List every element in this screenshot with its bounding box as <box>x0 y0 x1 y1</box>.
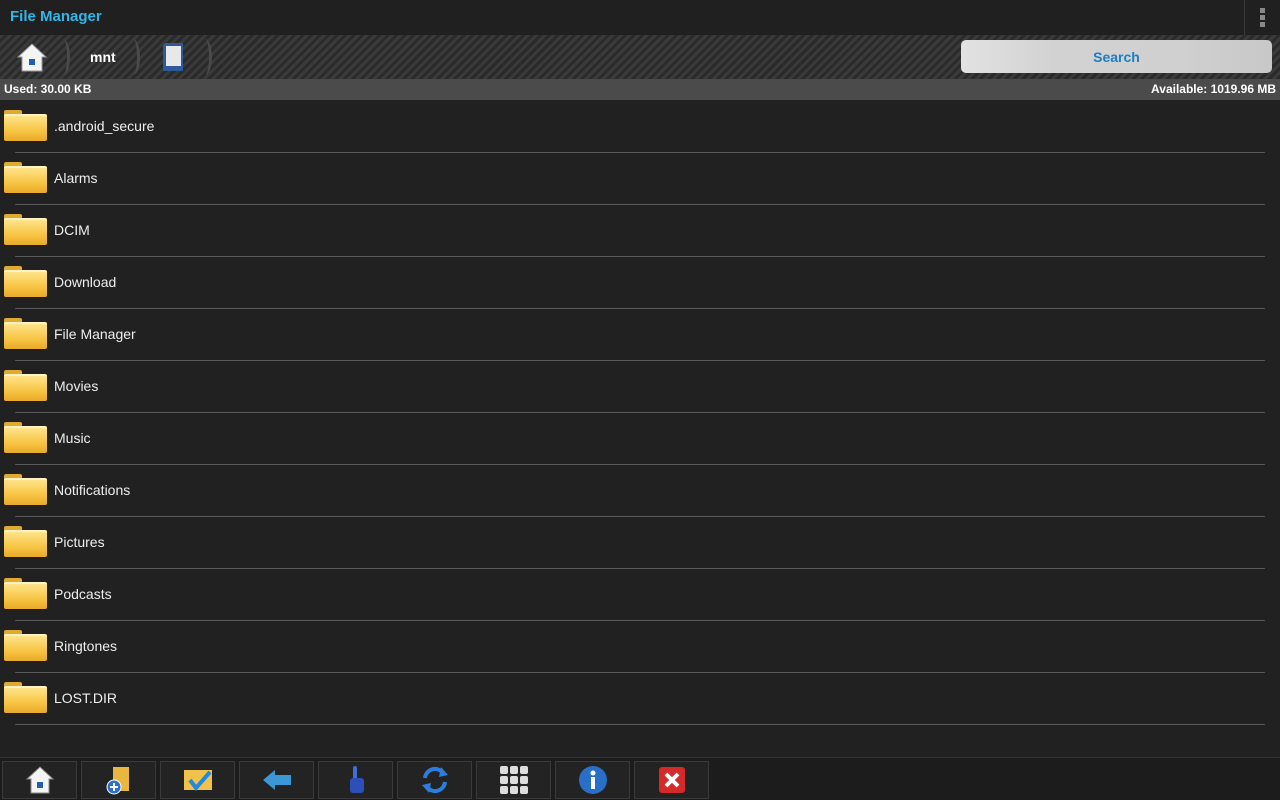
file-name: LOST.DIR <box>54 690 118 706</box>
home-icon <box>16 43 48 72</box>
file-name: .android_secure <box>54 118 155 134</box>
file-name: Pictures <box>54 534 105 550</box>
list-item[interactable]: LOST.DIR <box>0 672 1280 725</box>
home-button[interactable] <box>2 761 77 799</box>
close-button[interactable] <box>634 761 709 799</box>
back-button[interactable] <box>239 761 314 799</box>
list-item[interactable]: .android_secure <box>0 100 1280 153</box>
list-item[interactable]: Music <box>0 412 1280 465</box>
close-icon <box>658 767 685 793</box>
folder-icon <box>4 370 47 401</box>
back-icon <box>262 770 291 790</box>
hand-pointer-button[interactable] <box>318 761 393 799</box>
folder-icon <box>4 422 47 453</box>
folder-icon <box>4 162 47 193</box>
breadcrumb-home[interactable] <box>16 35 48 79</box>
file-list: .android_secure Alarms DCIM Download File Ma… <box>0 100 1280 725</box>
folder-icon <box>4 318 47 349</box>
list-item[interactable]: DCIM <box>0 204 1280 257</box>
list-item[interactable]: Notifications <box>0 464 1280 517</box>
list-item[interactable]: Movies <box>0 360 1280 413</box>
bottom-toolbar <box>0 757 1280 800</box>
list-item[interactable]: Podcasts <box>0 568 1280 621</box>
file-name: Movies <box>54 378 99 394</box>
folder-icon <box>4 474 47 505</box>
title-bar: File Manager <box>0 0 1280 35</box>
home-icon <box>25 766 54 794</box>
new-folder-button[interactable] <box>81 761 156 799</box>
list-item[interactable]: Ringtones <box>0 620 1280 673</box>
folder-icon <box>4 110 47 141</box>
folder-icon <box>4 266 47 297</box>
breadcrumb-sdcard[interactable] <box>162 35 186 79</box>
breadcrumb-mnt[interactable]: mnt <box>90 35 116 79</box>
list-item[interactable]: Pictures <box>0 516 1280 569</box>
file-name: DCIM <box>54 222 90 238</box>
multi-select-icon <box>183 770 212 792</box>
file-name: Download <box>54 274 117 290</box>
info-button[interactable] <box>555 761 630 799</box>
grid-view-button[interactable] <box>476 761 551 799</box>
list-item[interactable]: Alarms <box>0 152 1280 205</box>
app-title: File Manager <box>10 8 102 25</box>
search-button[interactable]: Search <box>961 40 1272 73</box>
sdcard-icon <box>163 43 183 71</box>
storage-status-bar: Used: 30.00 KB Available: 1019.96 MB <box>0 79 1280 100</box>
file-name: Podcasts <box>54 586 112 602</box>
file-name: Music <box>54 430 91 446</box>
folder-icon <box>4 214 47 245</box>
file-name: Ringtones <box>54 638 118 654</box>
file-name: File Manager <box>54 326 136 342</box>
refresh-button[interactable] <box>397 761 472 799</box>
used-space: Used: 30.00 KB <box>4 82 92 96</box>
folder-icon <box>4 526 47 557</box>
info-icon <box>578 766 607 794</box>
available-space: Available: 1019.96 MB <box>1151 82 1276 96</box>
hand-pointer-icon <box>349 766 364 793</box>
grid-view-icon <box>499 766 528 794</box>
list-item[interactable]: Download <box>0 256 1280 309</box>
file-name: Alarms <box>54 170 98 186</box>
list-item[interactable]: File Manager <box>0 308 1280 361</box>
multi-select-button[interactable] <box>160 761 235 799</box>
folder-icon <box>4 578 47 609</box>
file-name: Notifications <box>54 482 131 498</box>
refresh-icon <box>421 766 448 794</box>
folder-icon <box>4 630 47 661</box>
folder-icon <box>4 682 47 713</box>
new-folder-icon <box>106 767 129 795</box>
overflow-menu-icon[interactable] <box>1244 0 1280 35</box>
